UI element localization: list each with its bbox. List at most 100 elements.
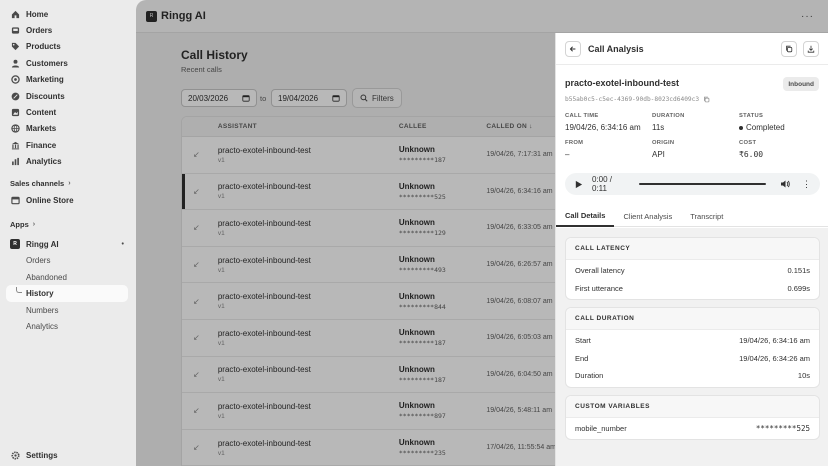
page-subtitle: Recent calls (181, 65, 222, 74)
apps-label: Apps (10, 219, 29, 229)
sidebar-item-markets[interactable]: Markets (0, 121, 136, 137)
filters-button[interactable]: Filters (352, 88, 402, 108)
column-header-called-on[interactable]: CALLED ON ↓ (486, 123, 560, 130)
sidebar-item-orders[interactable]: Orders (0, 22, 136, 38)
chevron-right-icon: › (32, 220, 36, 228)
tab-call-details[interactable]: Call Details (556, 205, 615, 227)
apps-header[interactable]: Apps › (0, 216, 136, 232)
sidebar-subitem-analytics[interactable]: Analytics (0, 318, 136, 334)
pin-icon[interactable]: • (122, 241, 124, 248)
back-button[interactable] (565, 40, 581, 57)
kv-row: End 19/04/26, 6:34:26 am (566, 350, 819, 368)
table-row[interactable]: ↙ practo-exotel-inbound-test v1 Unknown ****… (182, 283, 560, 320)
incoming-call-icon: ↙ (193, 406, 200, 416)
table-row[interactable]: ↙ practo-exotel-inbound-test v1 Unknown ****… (182, 393, 560, 430)
table-row[interactable]: ↙ practo-exotel-inbound-test v1 Unknown ****… (182, 320, 560, 357)
column-header-callee[interactable]: CALLEE (399, 123, 487, 130)
table-row[interactable]: ↙ practo-exotel-inbound-test v1 Unknown ****… (182, 247, 560, 284)
tree-branch-icon (16, 287, 22, 294)
callee-number: *********187 (398, 339, 446, 348)
content-icon (10, 108, 20, 118)
callee-name: Unknown (398, 218, 435, 228)
ringg-logo-icon: R (146, 10, 157, 22)
sidebar-item-customers[interactable]: Customers (0, 55, 136, 71)
chart-icon (10, 157, 20, 167)
assistant-cell: practo-exotel-inbound-test v1 (218, 329, 399, 347)
sidebar-item-settings[interactable]: Settings (0, 448, 136, 464)
called-on-cell: 17/04/26, 11:55:54 am (486, 444, 556, 452)
sidebar-item-discounts[interactable]: Discounts (0, 88, 136, 104)
sidebar-item-online-store[interactable]: Online Store (0, 192, 136, 208)
column-header-assistant[interactable]: ASSISTANT (218, 123, 399, 130)
kv-value: 10s (797, 371, 810, 381)
sidebar-subitem-abandoned[interactable]: Abandoned (0, 269, 136, 285)
callee-name: Unknown (398, 328, 435, 338)
audio-progress-bar[interactable] (638, 183, 766, 185)
calendar-icon[interactable] (332, 94, 340, 102)
chevron-right-icon: › (68, 180, 71, 188)
download-button[interactable] (803, 40, 819, 57)
assistant-name: practo-exotel-inbound-test (217, 438, 311, 448)
calendar-icon[interactable] (242, 94, 250, 102)
callee-cell: Unknown *********129 (399, 218, 487, 237)
sidebar-item-analytics[interactable]: Analytics (0, 154, 136, 170)
table-row[interactable]: ↙ practo-exotel-inbound-test v1 Unknown ****… (182, 210, 560, 247)
called-on-cell: 19/04/26, 6:34:16 am (486, 187, 553, 195)
sidebar-item-finance[interactable]: Finance (0, 137, 136, 153)
direction-badge: Inbound (783, 77, 819, 91)
assistant-cell: practo-exotel-inbound-test v1 (218, 439, 399, 457)
copy-button[interactable] (781, 40, 797, 57)
arrow-left-icon (569, 45, 576, 52)
kv-row: Start 19/04/26, 6:34:16 am (566, 332, 819, 350)
filters-label: Filters (372, 93, 394, 103)
sidebar-subitem-orders[interactable]: Orders (0, 253, 136, 269)
callee-cell: Unknown *********187 (399, 145, 487, 164)
field-value: ₹6.00 (739, 150, 764, 159)
sidebar-item-marketing[interactable]: Marketing (0, 72, 136, 88)
sidebar-item-home[interactable]: Home (0, 6, 136, 22)
more-menu-icon[interactable]: ··· (801, 11, 814, 22)
tag-icon (10, 42, 20, 52)
audio-more-icon[interactable]: ⋮ (802, 179, 811, 190)
called-on-cell: 19/04/26, 6:33:05 am (486, 224, 553, 232)
sidebar-subitem-numbers[interactable]: Numbers (0, 302, 136, 318)
status-dot-icon (739, 125, 743, 130)
tab-client-analysis[interactable]: Client Analysis (614, 205, 681, 227)
called-on-cell: 19/04/26, 5:48:11 am (486, 407, 553, 415)
sidebar-item-products[interactable]: Products (0, 39, 136, 55)
kv-key: End (575, 353, 589, 363)
kv-row: Overall latency 0.151s (566, 262, 819, 280)
tab-transcript[interactable]: Transcript (681, 205, 732, 227)
audio-time: 0:00 / 0:11 (592, 175, 613, 193)
date-from-input[interactable]: 20/03/2026 (181, 89, 257, 107)
sidebar-subitem-history[interactable]: History (6, 285, 128, 302)
sidebar-item-label: Finance (26, 140, 57, 150)
callee-cell: Unknown *********897 (399, 401, 487, 420)
copy-icon[interactable] (703, 96, 710, 103)
sidebar-item-content[interactable]: Content (0, 104, 136, 120)
callee-name: Unknown (398, 438, 435, 448)
assistant-cell: practo-exotel-inbound-test v1 (218, 256, 399, 274)
app-topbar: R Ringg AI ··· (136, 0, 828, 33)
callee-name: Unknown (398, 145, 435, 155)
assistant-version: v1 (217, 412, 225, 420)
volume-button[interactable] (780, 179, 790, 189)
audio-player: 0:00 / 0:11 ⋮ (565, 173, 820, 195)
callee-number: *********493 (398, 266, 446, 275)
assistant-version: v1 (217, 376, 225, 384)
incoming-call-icon: ↙ (193, 443, 200, 453)
table-row[interactable]: ↙ practo-exotel-inbound-test v1 Unknown ****… (182, 357, 560, 394)
sidebar-item-ringg-ai[interactable]: R Ringg AI • (0, 236, 136, 252)
assistant-cell: practo-exotel-inbound-test v1 (218, 402, 399, 420)
assistant-version: v1 (217, 449, 225, 457)
date-range-to-label: to (260, 94, 267, 103)
table-row[interactable]: ↙ practo-exotel-inbound-test v1 Unknown ****… (182, 430, 560, 466)
call-duration-card: CALL DURATION Start 19/04/26, 6:34:16 am … (565, 307, 820, 388)
date-to-input[interactable]: 19/04/2026 (271, 89, 347, 107)
table-row[interactable]: ↙ practo-exotel-inbound-test v1 Unknown ****… (182, 173, 560, 211)
sales-channels-header[interactable]: Sales channels › (0, 176, 136, 192)
assistant-name: practo-exotel-inbound-test (217, 218, 311, 228)
discount-icon (10, 91, 20, 101)
table-row[interactable]: ↙ practo-exotel-inbound-test v1 Unknown ****… (182, 137, 560, 174)
play-button[interactable] (574, 180, 583, 189)
